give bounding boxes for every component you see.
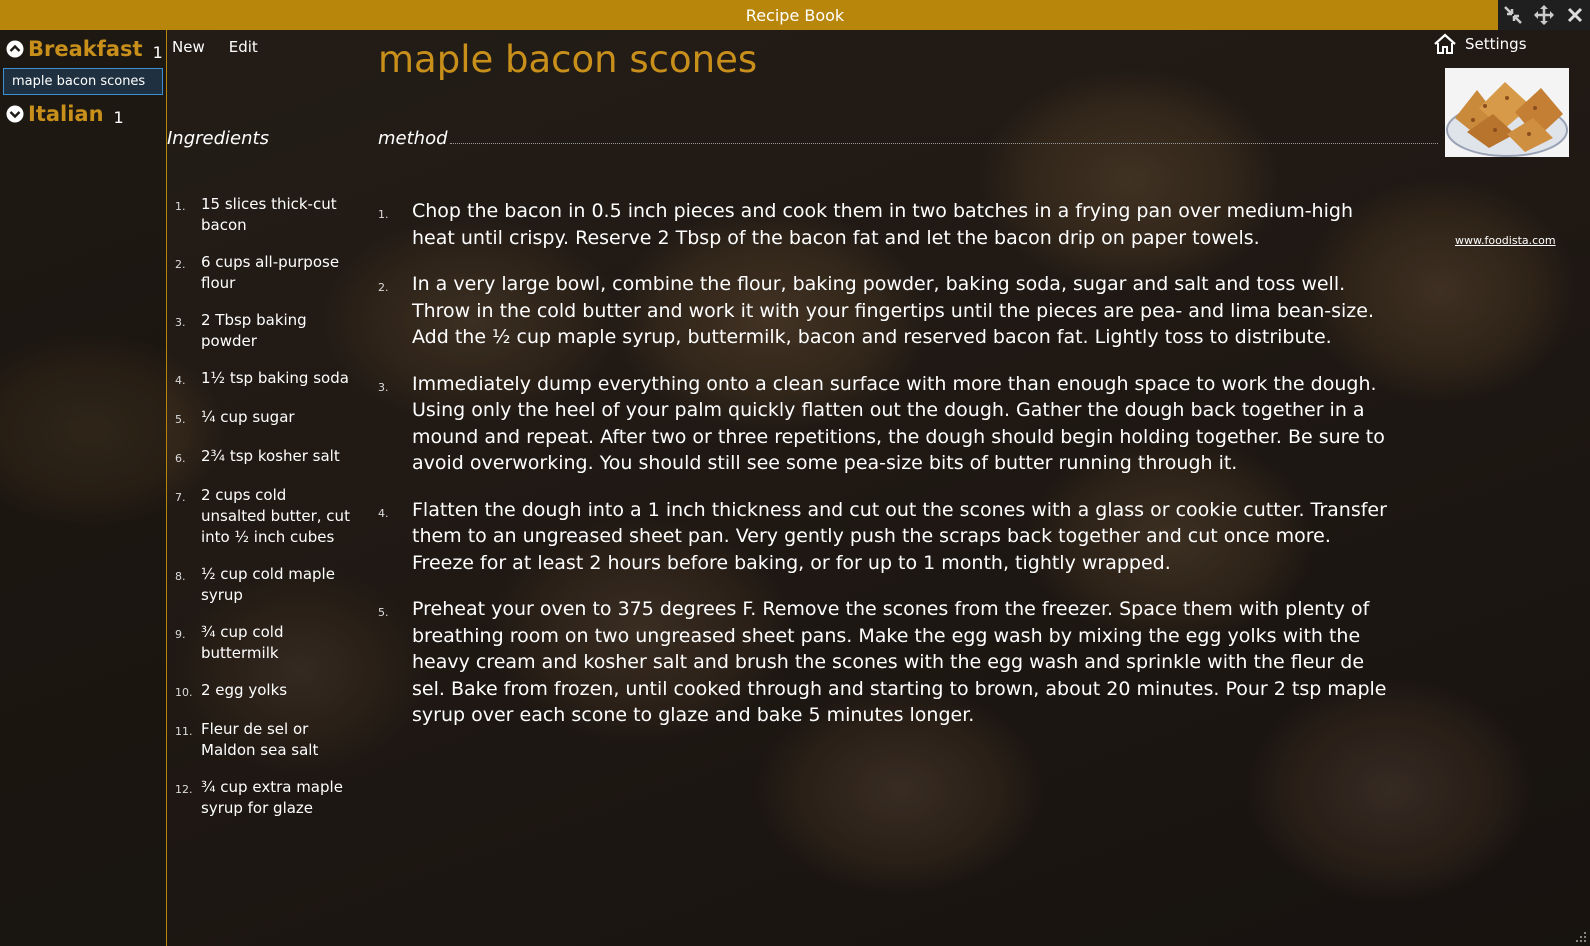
category-breakfast[interactable]: Breakfast 1	[0, 32, 166, 66]
method-step: 4. Flatten the dough into a 1 inch thickn…	[378, 497, 1398, 577]
category-count: 1	[113, 107, 124, 127]
category-name: Breakfast	[28, 37, 143, 61]
move-icon	[1533, 5, 1554, 25]
ingredient-number: 1.	[175, 200, 186, 213]
edit-button[interactable]: Edit	[229, 38, 258, 56]
ingredient-number: 3.	[175, 316, 186, 329]
ingredients-list: 1. 15 slices thick-cut bacon 2. 6 cups all…	[175, 194, 355, 835]
settings-button[interactable]: Settings	[1433, 32, 1527, 56]
step-text: Preheat your oven to 375 degrees F. Remo…	[412, 598, 1387, 726]
home-icon	[1434, 33, 1456, 54]
ingredient-text: ½ cup cold maple syrup	[201, 565, 335, 604]
method-step: 2. In a very large bowl, combine the flou…	[378, 271, 1398, 351]
close-icon	[1567, 7, 1582, 23]
ingredient-number: 12.	[175, 783, 193, 796]
method-step: 5. Preheat your oven to 375 degrees F. Re…	[378, 596, 1398, 729]
window-title: Recipe Book	[745, 5, 845, 25]
ingredient-number: 4.	[175, 374, 186, 387]
ingredient-item: 6. 2¾ tsp kosher salt	[175, 446, 355, 469]
ingredient-number: 6.	[175, 452, 186, 465]
scones-image	[1445, 68, 1569, 157]
ingredient-text: 6 cups all-purpose flour	[201, 253, 340, 292]
ingredient-item: 1. 15 slices thick-cut bacon	[175, 194, 355, 236]
method-step: 1. Chop the bacon in 0.5 inch pieces and …	[378, 198, 1398, 251]
step-text: Flatten the dough into a 1 inch thicknes…	[412, 498, 1387, 574]
ingredient-item: 10. 2 egg yolks	[175, 680, 355, 703]
ingredients-pane: New Edit Ingredients 1. 15 slices thick-c…	[167, 30, 367, 946]
step-number: 4.	[378, 506, 389, 520]
ingredient-number: 11.	[175, 725, 193, 738]
ingredient-text: ¾ cup extra maple syrup for glaze	[201, 778, 343, 817]
step-number: 2.	[378, 281, 389, 294]
ingredient-text: 1½ tsp baking soda	[201, 369, 349, 387]
method-heading: method	[378, 128, 448, 149]
ingredient-number: 8.	[175, 570, 186, 583]
step-number: 3.	[378, 380, 389, 394]
ingredient-number: 2.	[175, 258, 186, 271]
method-step: 3. Immediately dump everything onto a cle…	[378, 371, 1398, 477]
move-button[interactable]	[1531, 2, 1557, 28]
category-name: Italian	[28, 102, 104, 126]
ingredient-item: 11. Fleur de sel or Maldon sea salt	[175, 719, 355, 761]
method-divider	[449, 143, 1438, 144]
window-controls	[1498, 0, 1590, 30]
ingredient-item: 5. ¼ cup sugar	[175, 407, 355, 430]
restore-button[interactable]	[1500, 2, 1526, 28]
category-italian[interactable]: Italian 1	[0, 97, 166, 131]
resize-grip-icon[interactable]	[1575, 931, 1587, 943]
ingredient-number: 10.	[175, 686, 193, 699]
ingredient-item: 2. 6 cups all-purpose flour	[175, 252, 355, 294]
new-button[interactable]: New	[172, 38, 205, 56]
ingredient-item: 12. ¾ cup extra maple syrup for glaze	[175, 777, 355, 819]
step-number: 5.	[378, 606, 389, 619]
recipe-main: maple bacon scones method 1. Chop the bac…	[378, 30, 1438, 946]
ingredient-number: 5.	[175, 413, 186, 426]
restore-icon	[1504, 6, 1523, 24]
ingredient-item: 3. 2 Tbsp baking powder	[175, 310, 355, 352]
recipe-list-item-selected[interactable]: maple bacon scones	[3, 68, 163, 95]
ingredients-heading: Ingredients	[167, 128, 269, 149]
right-pane: Settings www.foodista.com	[1430, 30, 1590, 946]
ingredient-text: 2 cups cold unsalted butter, cut into ½ …	[201, 486, 350, 546]
ingredient-text: ¾ cup cold buttermilk	[201, 623, 284, 662]
method-header: method	[378, 128, 1438, 149]
ingredient-text: 2¾ tsp kosher salt	[201, 447, 340, 465]
step-text: Chop the bacon in 0.5 inch pieces and co…	[412, 200, 1353, 249]
ingredient-item: 7. 2 cups cold unsalted butter, cut into …	[175, 485, 355, 548]
source-link[interactable]: www.foodista.com	[1455, 234, 1556, 247]
ingredient-text: 2 egg yolks	[201, 681, 288, 699]
ingredient-item: 8. ½ cup cold maple syrup	[175, 564, 355, 606]
ingredient-number: 9.	[175, 628, 186, 641]
ingredient-item: 4. 1½ tsp baking soda	[175, 368, 355, 391]
settings-label: Settings	[1465, 35, 1527, 53]
step-text: Immediately dump everything onto a clean…	[412, 372, 1385, 475]
recipe-photo-thumbnail[interactable]	[1445, 68, 1569, 157]
ingredient-number: 7.	[175, 491, 186, 504]
category-sidebar: Breakfast 1 maple bacon scones Italian 1	[0, 30, 167, 946]
close-button[interactable]	[1562, 2, 1588, 28]
step-text: In a very large bowl, combine the flour,…	[412, 273, 1375, 348]
chevron-up-circle-icon	[6, 40, 24, 58]
chevron-down-circle-icon	[6, 105, 24, 123]
ingredient-item: 9. ¾ cup cold buttermilk	[175, 622, 355, 664]
ingredient-text: 15 slices thick-cut bacon	[201, 195, 337, 234]
title-bar: Recipe Book	[0, 0, 1590, 30]
method-steps: 1. Chop the bacon in 0.5 inch pieces and …	[378, 198, 1398, 749]
ingredient-text: ¼ cup sugar	[201, 408, 295, 426]
step-number: 1.	[378, 208, 389, 221]
ingredient-text: 2 Tbsp baking powder	[201, 311, 307, 350]
menu-bar: New Edit	[167, 30, 367, 56]
recipe-title: maple bacon scones	[378, 38, 758, 81]
ingredient-text: Fleur de sel or Maldon sea salt	[201, 720, 319, 759]
category-count: 1	[152, 42, 163, 62]
